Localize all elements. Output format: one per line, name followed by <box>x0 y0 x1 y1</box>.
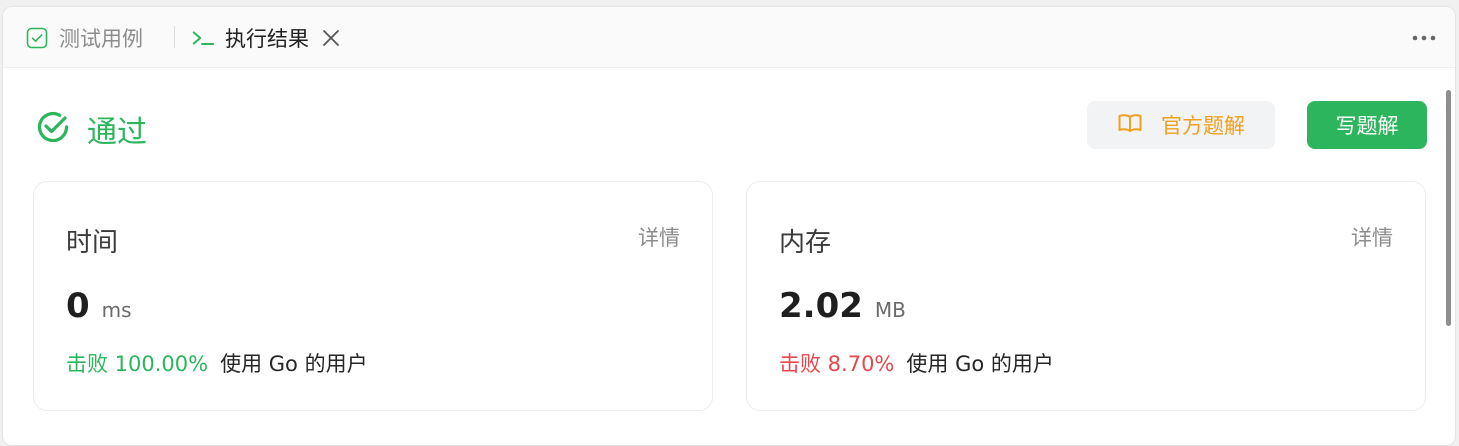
more-horizontal-icon[interactable] <box>1411 25 1437 51</box>
official-solutions-button[interactable]: 官方题解 <box>1087 101 1275 149</box>
terminal-icon <box>191 26 215 50</box>
check-circle-icon <box>35 109 71 149</box>
time-value-number: 0 <box>66 286 90 326</box>
tab-divider <box>174 26 175 48</box>
time-beats-percent: 击败 100.00% <box>66 352 209 376</box>
tab-result[interactable]: 执行结果 <box>191 7 343 68</box>
official-solutions-label: 官方题解 <box>1161 114 1245 138</box>
tab-bar: 测试用例 执行结果 <box>3 7 1455 68</box>
status-label: 通过 <box>87 115 147 150</box>
time-card-title: 时间 <box>66 228 119 258</box>
memory-value-number: 2.02 <box>779 286 863 326</box>
time-beats: 击败 100.00% 使用 Go 的用户 <box>66 348 368 378</box>
memory-card-title: 内存 <box>779 228 832 258</box>
write-solution-button[interactable]: 写题解 <box>1307 101 1427 149</box>
time-value: 0 ms <box>66 286 132 326</box>
vertical-scrollbar[interactable] <box>1446 90 1451 326</box>
tab-testcases-label: 测试用例 <box>59 26 143 51</box>
tab-result-label: 执行结果 <box>225 26 309 51</box>
memory-beats-suffix: 使用 Go 的用户 <box>906 352 1054 376</box>
memory-beats: 击败 8.70% 使用 Go 的用户 <box>779 348 1054 378</box>
close-icon[interactable] <box>319 26 343 50</box>
time-detail-link[interactable]: 详情 <box>638 222 680 252</box>
time-value-unit: ms <box>101 298 132 322</box>
time-beats-suffix: 使用 Go 的用户 <box>220 352 368 376</box>
memory-value-unit: MB <box>874 298 906 322</box>
memory-beats-percent: 击败 8.70% <box>779 352 895 376</box>
memory-card: 内存 详情 2.02 MB 击败 8.70% 使用 Go 的用户 <box>746 181 1426 411</box>
checkbox-icon <box>25 26 49 50</box>
book-icon <box>1117 112 1143 139</box>
time-card: 时间 详情 0 ms 击败 100.00% 使用 Go 的用户 <box>33 181 713 411</box>
memory-detail-link[interactable]: 详情 <box>1351 222 1393 252</box>
status-badge: 通过 <box>35 107 147 151</box>
result-panel: 测试用例 执行结果 通过 官方题解 写题解 时间 详情 0 ms 击败 100.… <box>2 6 1456 446</box>
memory-value: 2.02 MB <box>779 286 906 326</box>
tab-testcases[interactable]: 测试用例 <box>25 7 143 68</box>
